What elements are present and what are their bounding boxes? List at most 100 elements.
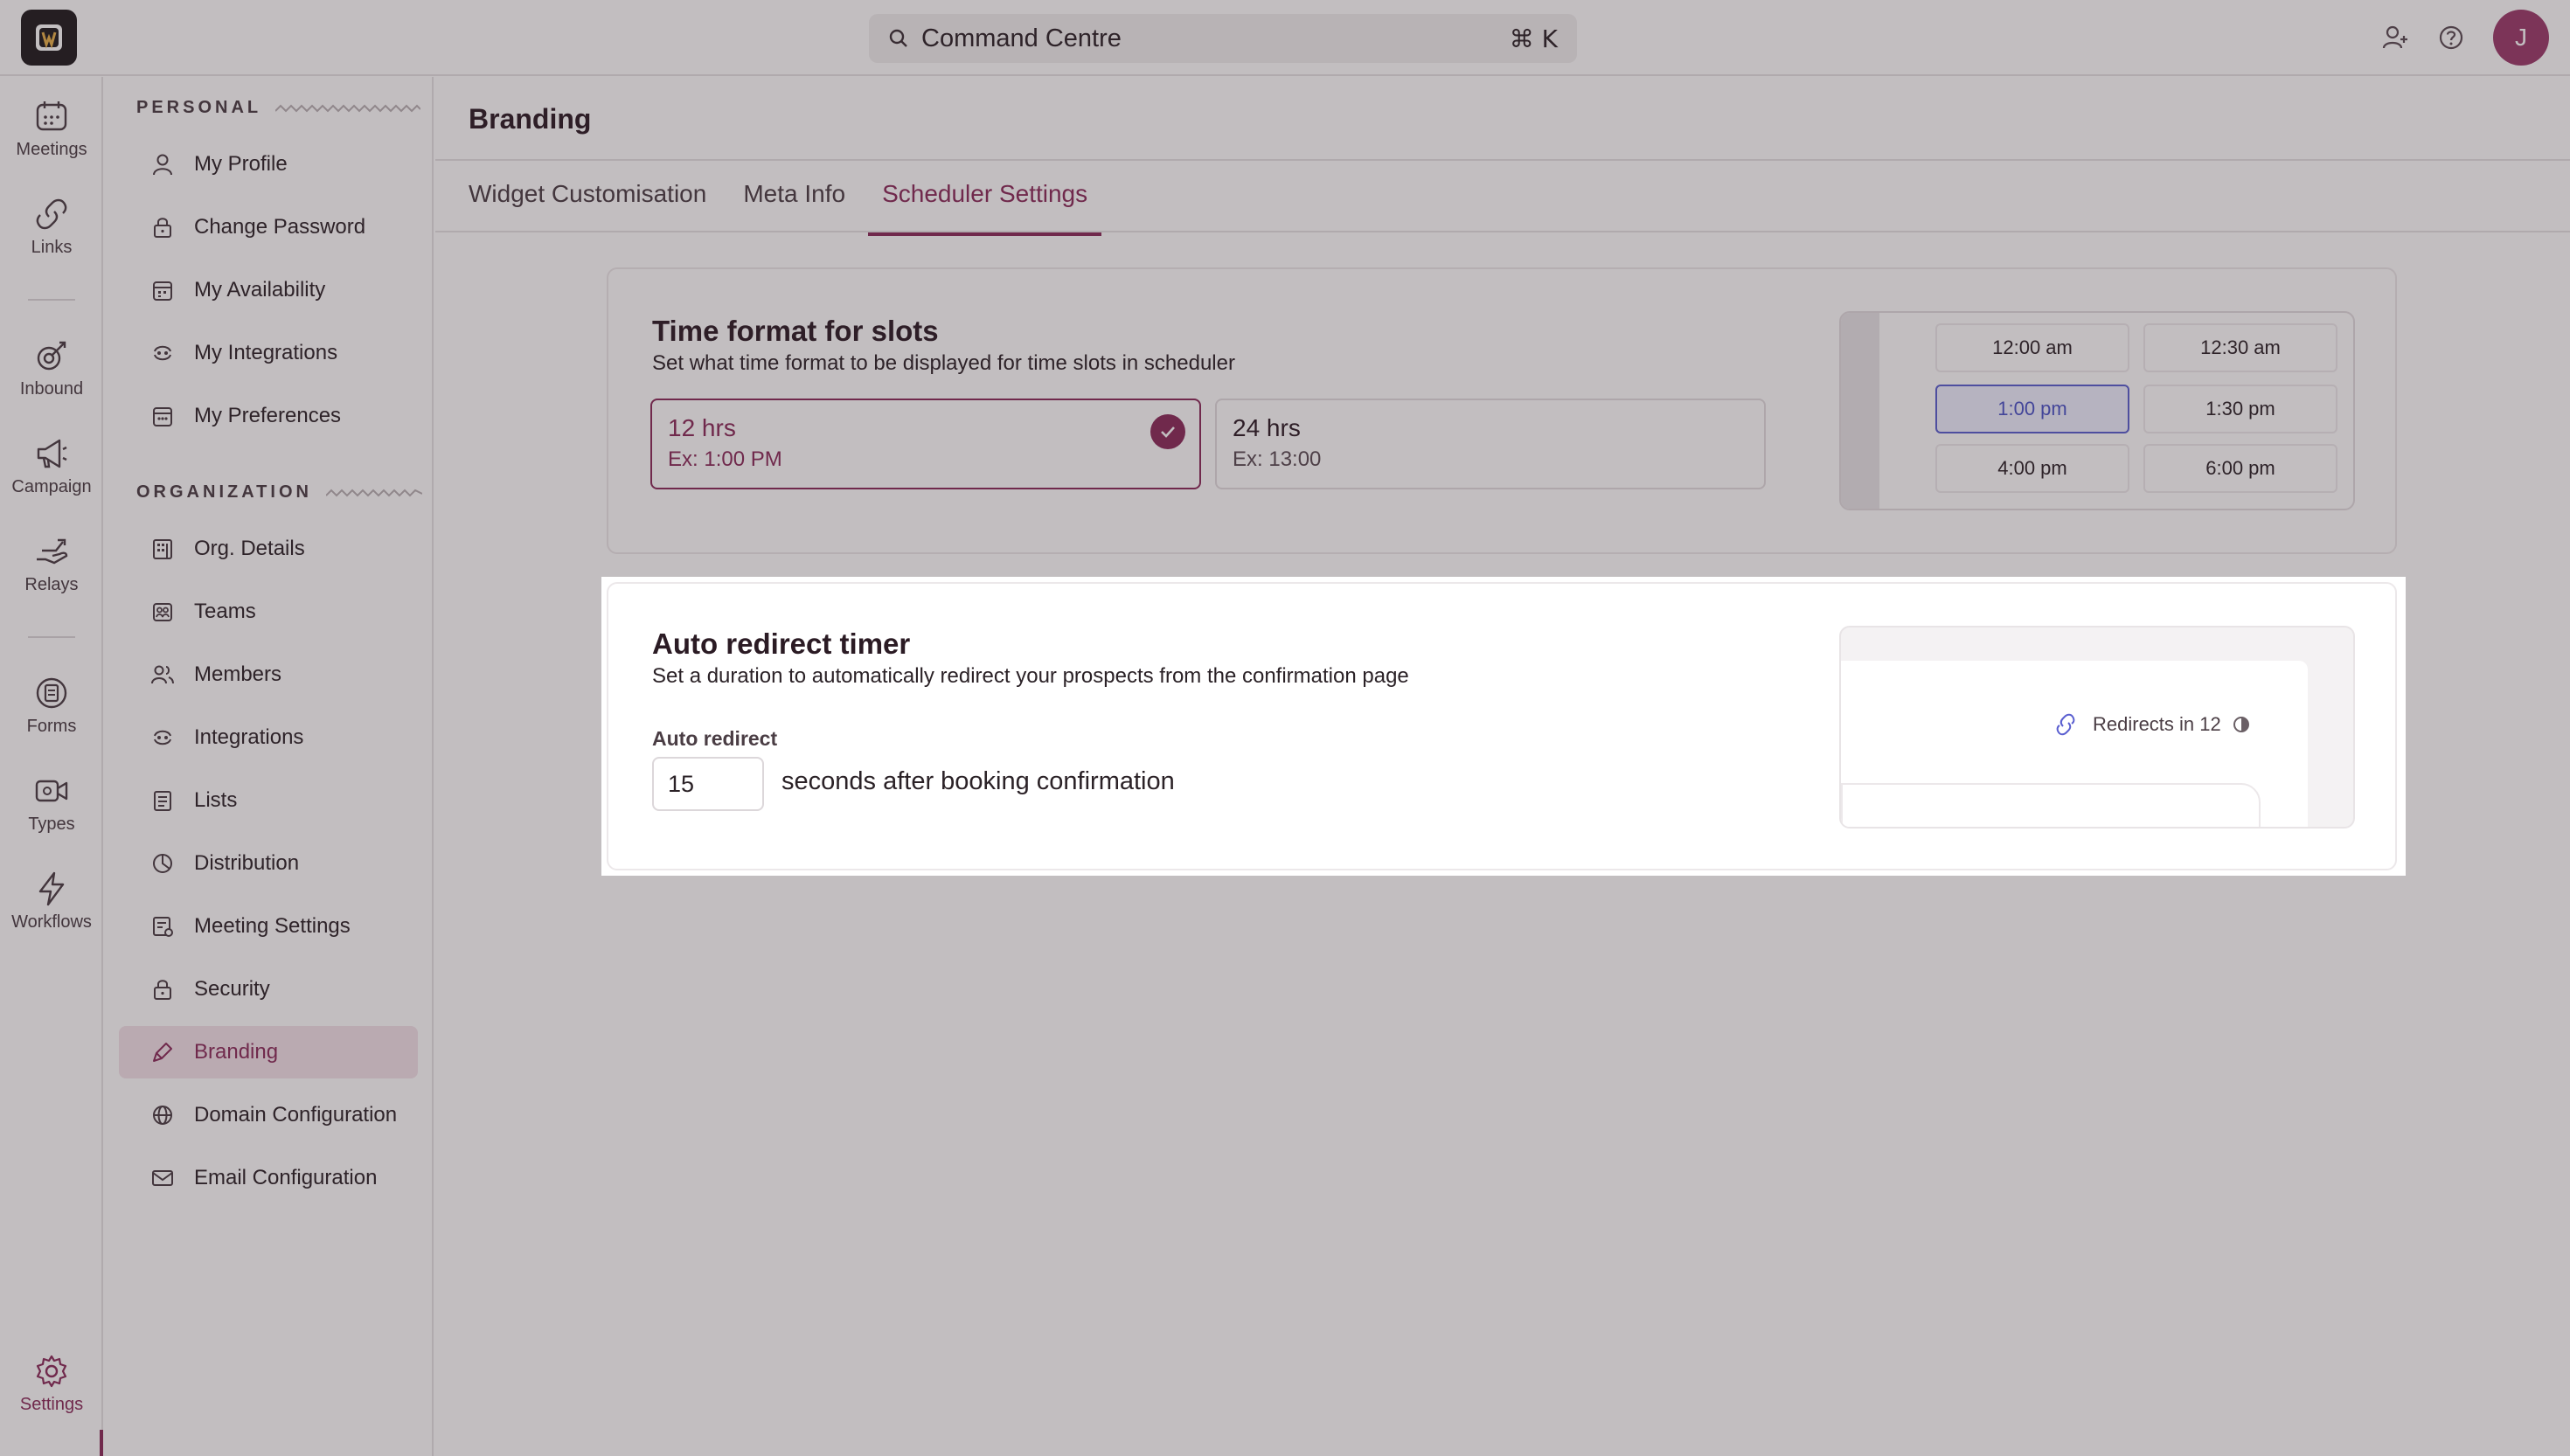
rail-item-meetings[interactable]: Meetings bbox=[0, 98, 103, 160]
rail-label: Campaign bbox=[11, 477, 92, 496]
help-icon[interactable] bbox=[2437, 24, 2465, 52]
icon-rail: Meetings Links Inbound Campaign Relays F… bbox=[0, 77, 103, 1456]
rail-label: Workflows bbox=[11, 912, 92, 932]
nav-item-org-details[interactable]: Org. Details bbox=[119, 523, 418, 575]
tab-widget-customisation[interactable]: Widget Customisation bbox=[455, 173, 720, 232]
rail-item-types[interactable]: Types bbox=[0, 773, 103, 835]
nav-item-my-availability[interactable]: My Availability bbox=[119, 264, 418, 316]
rail-item-workflows[interactable]: Workflows bbox=[0, 870, 103, 933]
nav-label: Security bbox=[194, 977, 270, 1001]
nav-item-lists[interactable]: Lists bbox=[119, 774, 418, 827]
nav-label: Integrations bbox=[194, 725, 304, 749]
nav-item-security[interactable]: Security bbox=[119, 963, 418, 1016]
tab-scheduler-settings[interactable]: Scheduler Settings bbox=[868, 173, 1102, 236]
nav-item-my-preferences[interactable]: My Preferences bbox=[119, 390, 418, 442]
nav-label: Domain Configuration bbox=[194, 1103, 398, 1127]
settings-nav: PERSONAL My Profile Change Password My A… bbox=[105, 77, 434, 1456]
meeting-settings-icon bbox=[153, 917, 173, 937]
redirect-countdown: Redirects in 12 bbox=[2054, 713, 2251, 736]
option-title: 12 hrs bbox=[668, 414, 736, 441]
rail-label: Links bbox=[31, 238, 73, 257]
auto-redirect-card: Auto redirect timer Set a duration to au… bbox=[607, 582, 2397, 870]
tab-bar: Widget Customisation Meta Info Scheduler… bbox=[455, 173, 1110, 236]
preview-slot: 1:30 pm bbox=[2143, 385, 2337, 433]
preview-side-strip bbox=[1841, 313, 1879, 509]
rail-item-links[interactable]: Links bbox=[0, 196, 103, 258]
command-centre-label: Command Centre bbox=[921, 24, 1122, 52]
command-centre-search[interactable]: Command Centre ⌘ K bbox=[869, 14, 1577, 63]
app-logo[interactable] bbox=[21, 10, 77, 66]
megaphone-icon bbox=[37, 439, 67, 468]
auto-redirect-subtitle: Set a duration to automatically redirect… bbox=[652, 664, 1409, 688]
lightning-icon bbox=[38, 871, 65, 906]
nav-label: My Integrations bbox=[194, 341, 338, 364]
nav-label: My Preferences bbox=[194, 404, 342, 427]
selected-check-badge bbox=[1150, 414, 1185, 449]
nav-item-my-integrations[interactable]: My Integrations bbox=[119, 327, 418, 379]
nav-item-teams[interactable]: Teams bbox=[119, 586, 418, 638]
rail-divider bbox=[28, 636, 75, 638]
user-icon bbox=[153, 154, 172, 176]
option-example: Ex: 13:00 bbox=[1233, 447, 1322, 471]
calendar-grid-icon bbox=[153, 281, 172, 301]
nav-item-email-configuration[interactable]: Email Configuration bbox=[119, 1152, 418, 1204]
rail-active-indicator bbox=[100, 1430, 103, 1456]
section-heading-personal: PERSONAL bbox=[136, 98, 262, 117]
integration-icon bbox=[154, 730, 171, 745]
rail-label: Settings bbox=[19, 1395, 84, 1414]
nav-label: Org. Details bbox=[194, 537, 305, 560]
rail-item-relays[interactable]: Relays bbox=[0, 533, 103, 595]
nav-item-distribution[interactable]: Distribution bbox=[119, 837, 418, 890]
top-bar: Command Centre ⌘ K J bbox=[0, 0, 2570, 76]
rail-item-forms[interactable]: Forms bbox=[0, 675, 103, 737]
form-icon bbox=[36, 677, 67, 709]
calendar-icon bbox=[36, 101, 67, 131]
rail-item-inbound[interactable]: Inbound bbox=[0, 337, 103, 399]
rail-item-settings[interactable]: Settings bbox=[0, 1353, 103, 1415]
redirect-countdown-text: Redirects in 12 bbox=[2093, 713, 2221, 735]
video-type-icon bbox=[35, 780, 68, 802]
preview-slot: 12:30 am bbox=[2143, 323, 2337, 372]
nav-label: Distribution bbox=[194, 851, 300, 875]
time-format-subtitle: Set what time format to be displayed for… bbox=[652, 351, 1235, 375]
nav-item-branding[interactable]: Branding bbox=[119, 1026, 418, 1078]
building-icon bbox=[153, 539, 172, 559]
nav-item-integrations[interactable]: Integrations bbox=[119, 711, 418, 764]
members-icon bbox=[151, 665, 174, 684]
option-title: 24 hrs bbox=[1233, 414, 1301, 441]
brush-icon bbox=[153, 1043, 172, 1062]
command-shortcut: ⌘ K bbox=[1509, 24, 1558, 53]
rail-label: Forms bbox=[26, 717, 77, 736]
user-avatar[interactable]: J bbox=[2493, 10, 2549, 66]
nav-label: Email Configuration bbox=[194, 1166, 378, 1189]
auto-redirect-title: Auto redirect timer bbox=[652, 627, 911, 660]
zigzag-divider-icon bbox=[275, 104, 421, 112]
nav-item-members[interactable]: Members bbox=[119, 648, 418, 701]
tab-meta-info[interactable]: Meta Info bbox=[729, 173, 859, 232]
add-user-icon[interactable] bbox=[2381, 24, 2409, 52]
nav-label: My Availability bbox=[194, 278, 326, 302]
nav-label: Change Password bbox=[194, 215, 366, 239]
preview-slot-selected: 1:00 pm bbox=[1935, 385, 2129, 433]
list-icon bbox=[154, 791, 171, 811]
check-icon bbox=[1161, 426, 1175, 438]
globe-icon bbox=[153, 1106, 172, 1125]
time-format-option-24hrs[interactable]: 24 hrs Ex: 13:00 bbox=[1215, 399, 1766, 489]
pie-icon bbox=[153, 854, 172, 873]
nav-item-change-password[interactable]: Change Password bbox=[119, 201, 418, 253]
nav-item-meeting-settings[interactable]: Meeting Settings bbox=[119, 900, 418, 953]
time-format-card: Time format for slots Set what time form… bbox=[607, 267, 2397, 554]
relay-hand-icon bbox=[37, 538, 68, 565]
tabs-divider bbox=[435, 231, 2570, 232]
teams-icon bbox=[153, 603, 172, 621]
mail-icon bbox=[152, 1170, 173, 1186]
rail-label: Types bbox=[28, 815, 75, 834]
nav-item-domain-configuration[interactable]: Domain Configuration bbox=[119, 1089, 418, 1141]
rail-label: Meetings bbox=[16, 140, 87, 159]
rail-item-campaign[interactable]: Campaign bbox=[0, 435, 103, 497]
nav-item-my-profile[interactable]: My Profile bbox=[119, 138, 418, 191]
preview-slot: 12:00 am bbox=[1935, 323, 2129, 372]
auto-redirect-seconds-input[interactable] bbox=[652, 757, 764, 811]
auto-redirect-label: Auto redirect bbox=[652, 727, 778, 750]
time-format-option-12hrs[interactable]: 12 hrs Ex: 1:00 PM bbox=[650, 399, 1201, 489]
